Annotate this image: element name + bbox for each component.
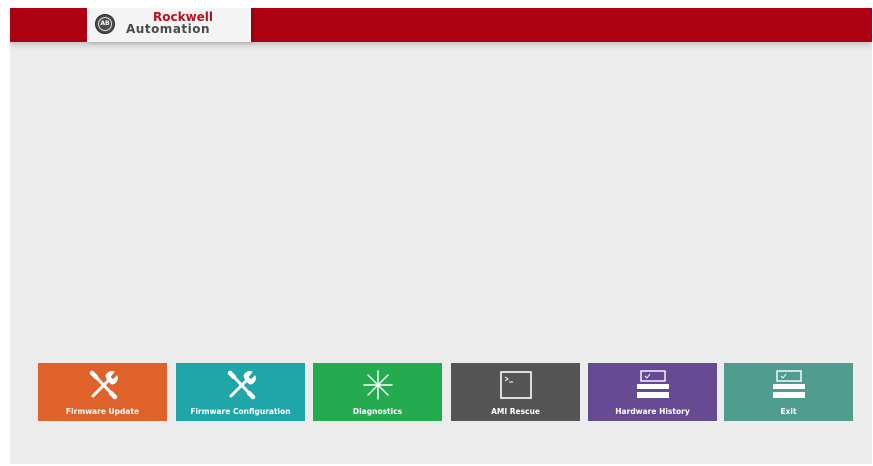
checklist-icon: [588, 367, 717, 403]
hardware-history-button[interactable]: Hardware History: [588, 363, 717, 421]
rockwell-automation-logo: AB Rockwell Automation: [87, 8, 251, 42]
tile-label: Firmware Update: [65, 407, 140, 416]
brand-name-line2: Automation: [126, 22, 211, 36]
terminal-icon: [451, 367, 580, 403]
bios-setup-screen: AB Rockwell Automation Firmware Update F…: [10, 8, 872, 464]
firmware-update-button[interactable]: Firmware Update: [38, 363, 167, 421]
allen-bradley-seal-icon: AB: [95, 14, 115, 34]
diagnostics-button[interactable]: Diagnostics: [313, 363, 442, 421]
starburst-icon: [313, 367, 442, 403]
ami-rescue-button[interactable]: AMI Rescue: [451, 363, 580, 421]
exit-button[interactable]: Exit: [724, 363, 853, 421]
firmware-configuration-button[interactable]: Firmware Configuration: [176, 363, 305, 421]
tools-icon: [38, 367, 167, 403]
tile-label: Firmware Configuration: [190, 407, 291, 416]
tile-label: Diagnostics: [352, 407, 403, 416]
header-bar: AB Rockwell Automation: [10, 8, 872, 42]
tile-label: Exit: [780, 407, 797, 416]
tools-icon: [176, 367, 305, 403]
tile-label: AMI Rescue: [491, 407, 540, 416]
tile-label: Hardware History: [615, 407, 690, 416]
checklist-icon: [724, 367, 853, 403]
